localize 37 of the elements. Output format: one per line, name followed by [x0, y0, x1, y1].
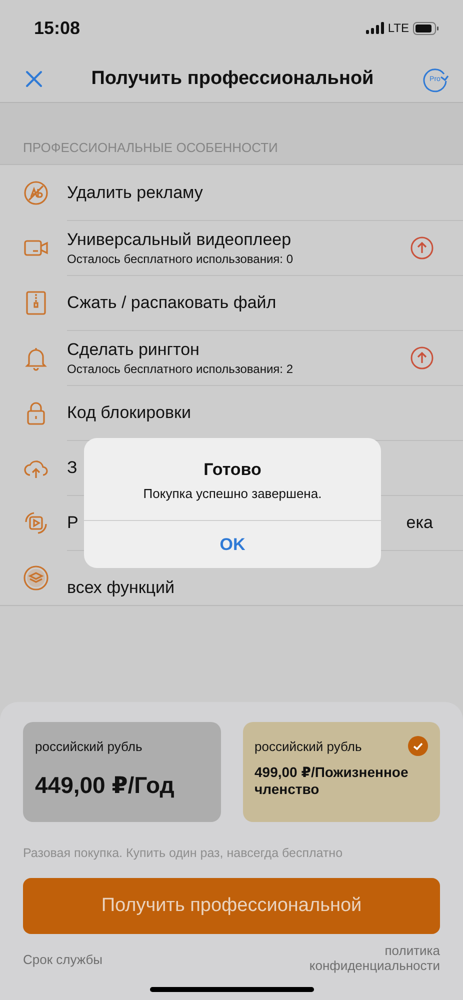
feature-title: З	[67, 458, 78, 478]
video-convert-icon	[23, 510, 49, 536]
screen-title: Получить профессиональной	[90, 68, 375, 90]
buy-button[interactable]: Получить профессиональной	[23, 878, 440, 934]
plan-price: 449,00 ₽/Год	[35, 772, 176, 799]
usage-count: Осталось бесплатного использования: 2	[67, 362, 294, 376]
zip-file-icon	[23, 290, 49, 316]
feature-title: Сделать рингтон	[67, 340, 200, 360]
currency-label: российский рубль	[254, 738, 362, 754]
feature-title: всех функций	[67, 578, 176, 598]
battery-icon	[413, 22, 439, 34]
feature-title: Р	[67, 513, 78, 533]
feature-title: Сжать / распаковать файл	[67, 293, 276, 313]
checkmark-icon	[408, 736, 428, 756]
ok-button[interactable]: OK	[84, 520, 381, 568]
signal-icon	[366, 22, 384, 34]
network-label: LTE	[388, 21, 409, 35]
plan-card[interactable]: российский рубль 499,00 ₽/Пожизненное членство	[242, 722, 440, 822]
section-header: ПРОФЕССИОНАЛЬНЫЕ ОСОБЕННОСТИ	[0, 103, 463, 165]
feature-title: ека	[406, 513, 433, 533]
usage-count: Осталось бесплатного использования: 0	[67, 252, 294, 266]
alert-message: Покупка успешно завершена.	[142, 486, 323, 501]
feature-title: Код блокировки	[67, 403, 191, 423]
privacy-link[interactable]: политика конфиденциальности	[290, 943, 440, 973]
close-button[interactable]	[24, 69, 44, 89]
no-ads-icon	[23, 180, 49, 206]
feature-title: Универсальный видеоплеер	[67, 230, 292, 250]
layers-icon	[23, 564, 49, 590]
terms-link[interactable]: Срок службы	[23, 952, 103, 967]
alert-title: Готово	[202, 460, 262, 480]
plan-price: 499,00 ₽/Пожизненное членство	[254, 764, 410, 797]
clock-time: 15:08	[34, 18, 80, 38]
currency-label: российский рубль	[35, 738, 142, 754]
close-icon	[24, 69, 44, 89]
feature-title: Удалить рекламу	[67, 182, 203, 202]
plan-card[interactable]: российский рубль 449,00 ₽/Год	[23, 722, 220, 822]
purchase-note: Разовая покупка. Купить один раз, навсегда бесплатно	[23, 846, 344, 860]
